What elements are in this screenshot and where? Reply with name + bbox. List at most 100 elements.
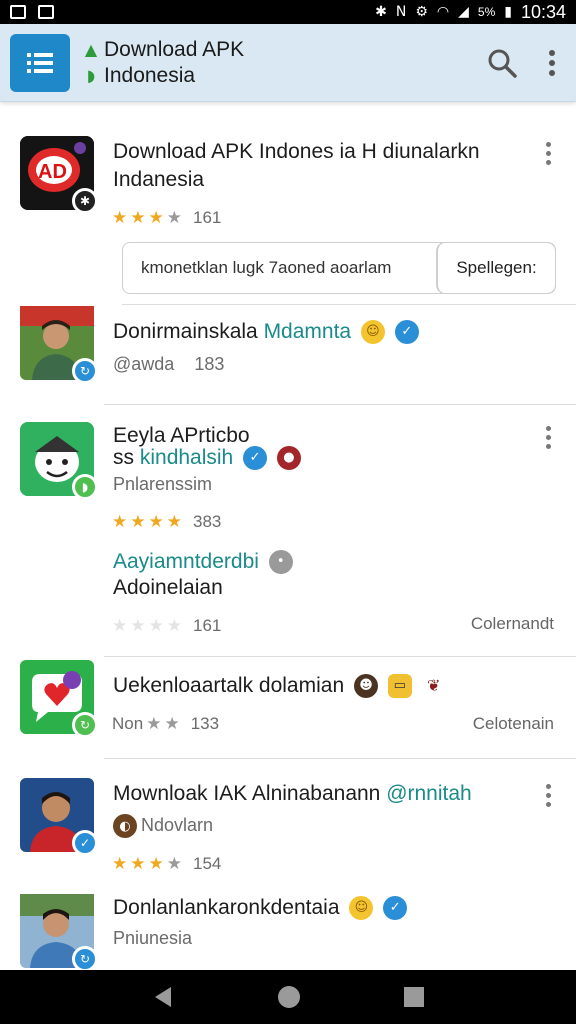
search-icon[interactable] <box>486 47 518 79</box>
list-item[interactable]: ↻ Uekenloaartalk dolamian ☻ ▭ ❦ Non ★ ★ … <box>0 656 576 759</box>
item-title: Mownloak IAK Alninabanann @rnnitah <box>113 782 472 805</box>
verified-icon: ✓ <box>243 446 268 471</box>
app-title-line-1: Download APK <box>104 37 245 61</box>
item-title: Donlanlankaronkdentaia ☺ ✓ <box>113 894 408 922</box>
star-icon: ★ <box>112 208 128 228</box>
menu-icon <box>27 52 53 73</box>
shield-badge-icon: ◗ <box>72 474 98 500</box>
nfc-icon: N <box>395 4 407 20</box>
search-box: kmonetklan lugk 7aoned aoarlam Spellegen… <box>122 242 556 294</box>
heart-emoji-icon: ❦ <box>421 674 446 699</box>
user-avatar[interactable]: ↻ <box>20 306 98 384</box>
verified-badge-icon: ↻ <box>72 358 98 384</box>
smile-emoji-icon: ☺ <box>360 320 385 345</box>
app-avatar[interactable]: ◗ <box>20 422 98 500</box>
rating: Non ★ ★ 133 <box>112 714 220 734</box>
star-icon: ★ <box>166 854 182 874</box>
record-icon: ● <box>276 446 301 471</box>
badge-icon: ✱ <box>72 188 98 214</box>
shield-icon: ◗ <box>86 66 96 85</box>
list-item[interactable]: AD ✱ Download APK Indones ia H diunalark… <box>0 118 576 305</box>
status-bar: ✱ N ⚙ ◠ ◢ 5% ▮ 10:34 <box>0 0 576 24</box>
list-item[interactable]: ◗ Eeyla APrticbo ss kindhalsih ✓ ● Pnlar… <box>0 404 576 657</box>
smile-emoji-icon: ☺ <box>349 896 374 921</box>
badge-icon: ↻ <box>72 712 98 738</box>
app-title: Download APK Indones ia H diunalarkn <box>113 140 480 163</box>
home-icon[interactable] <box>276 984 302 1010</box>
item-subtitle: Pniunesia <box>113 928 193 948</box>
star-icon: ★ <box>130 854 146 874</box>
list-item[interactable]: ✓ Mownloak IAK Alninabanann @rnnitah ◐ Nd… <box>0 758 576 876</box>
item-title: Uekenloaartalk dolamian ☻ ▭ ❦ <box>113 672 446 700</box>
wifi-icon: ◠ <box>436 4 450 20</box>
badge-icon: ↻ <box>72 946 98 972</box>
star-icon: ★ <box>148 208 164 228</box>
star-icon: ★ <box>148 854 164 874</box>
rating-count: 383 <box>193 512 222 531</box>
star-icon: ★ <box>112 616 128 636</box>
emoji-icon: ◐ <box>113 814 137 838</box>
battery-icon: ▮ <box>504 4 512 20</box>
svg-text:AD: AD <box>38 161 67 183</box>
item-extra-line: Adoinelaian <box>113 576 223 599</box>
item-subtitle: ◐ Ndovlarn <box>113 814 213 838</box>
star-icon: ★ <box>166 512 182 532</box>
star-icon: ★ <box>112 854 128 874</box>
item-menu-button[interactable] <box>544 426 552 449</box>
rating-count: 161 <box>193 616 222 635</box>
app-title-line-2: Indonesia <box>104 63 196 87</box>
item-menu-button[interactable] <box>544 784 552 807</box>
star-icon: ★ <box>130 616 146 636</box>
item-title-cont: ss kindhalsih ✓ ● <box>113 444 301 472</box>
rating-secondary: ★ ★ ★ ★ 161 <box>112 616 221 636</box>
glasses-emoji-icon: ▭ <box>387 674 412 699</box>
star-icon: ★ <box>130 512 146 532</box>
rating-count: 133 <box>190 714 220 733</box>
user-avatar[interactable]: ✓ <box>20 778 98 856</box>
app-avatar[interactable]: AD ✱ <box>20 136 98 214</box>
star-icon: ★ <box>130 208 146 228</box>
app-title-cont: Indanesia <box>113 168 205 191</box>
clock: 10:34 <box>520 1 566 22</box>
search-button[interactable]: Spellegen: <box>437 243 555 293</box>
menu-button[interactable] <box>10 33 70 92</box>
verified-badge-icon: ✓ <box>72 830 98 856</box>
app-bar: ▲ Download APK ◗ Indonesia <box>0 24 576 102</box>
android-icon: ▲ <box>84 40 98 59</box>
back-icon[interactable] <box>151 985 175 1009</box>
star-icon: ★ <box>148 512 164 532</box>
star-icon: ★ <box>148 616 164 636</box>
neutral-emoji-icon: • <box>268 550 293 575</box>
image-notification-icon <box>38 5 54 19</box>
rating: ★ ★ ★ ★ 154 <box>112 854 221 874</box>
list-item[interactable]: ↻ Donlanlankaronkdentaia ☺ ✓ Pniunesia <box>0 876 576 976</box>
star-icon: ★ <box>164 714 180 734</box>
verified-icon: ✓ <box>394 320 419 345</box>
item-title: Donirmainskala Mdamnta ☺ ✓ <box>113 318 419 346</box>
star-icon: ★ <box>146 714 162 734</box>
bluetooth-icon: ✱ <box>375 4 387 20</box>
gallery-notification-icon <box>10 5 26 19</box>
item-extra-title: Aayiamntderdbi • <box>113 548 293 576</box>
signal-icon: ◢ <box>458 4 469 20</box>
category-label: Celotenain <box>472 714 554 733</box>
settings-status-icon: ⚙ <box>415 4 428 20</box>
rating-count: 161 <box>193 208 222 227</box>
navigation-bar <box>0 970 576 1024</box>
battery-level: 5% <box>477 5 496 19</box>
app-avatar[interactable]: ↻ <box>20 660 98 738</box>
verified-icon: ✓ <box>383 896 408 921</box>
rating: ★ ★ ★ ★ 161 <box>112 208 221 228</box>
item-menu-button[interactable] <box>544 142 552 165</box>
overflow-menu-icon[interactable] <box>548 49 556 77</box>
list-item[interactable]: ↻ Donirmainskala Mdamnta ☺ ✓ @awda 183 <box>0 304 576 405</box>
recents-icon[interactable] <box>403 986 425 1008</box>
item-subtitle: Pnlarenssim <box>113 474 213 494</box>
app-title: ▲ Download APK ◗ Indonesia <box>84 38 244 88</box>
star-icon: ★ <box>166 208 182 228</box>
user-avatar[interactable]: ↻ <box>20 894 98 972</box>
category-label: Colernandt <box>470 614 554 633</box>
search-input[interactable]: kmonetklan lugk 7aoned aoarlam <box>123 243 437 293</box>
rating-count: 154 <box>193 854 222 873</box>
star-icon: ★ <box>112 512 128 532</box>
